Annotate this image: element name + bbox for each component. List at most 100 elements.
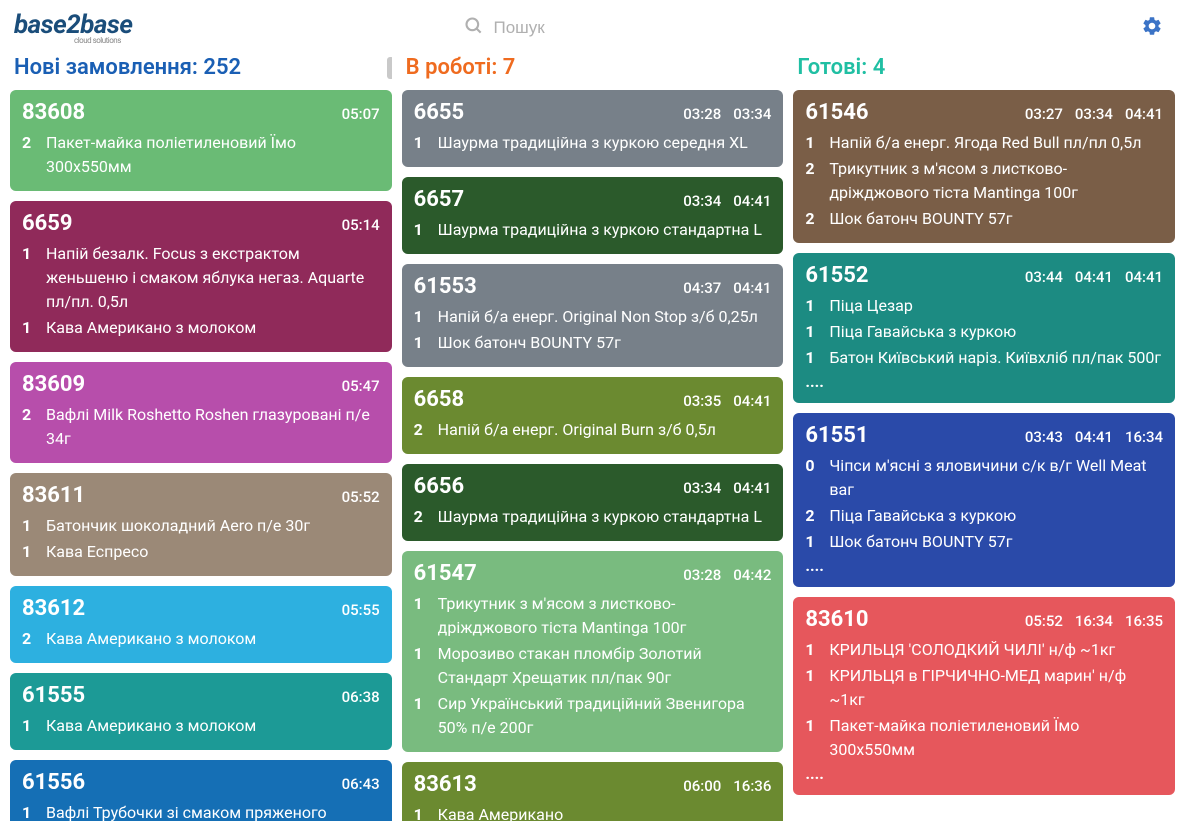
order-card[interactable]: 8361005:5216:3416:351КРИЛЬЦЯ 'СОЛОДКИЙ Ч… xyxy=(793,597,1175,795)
search-icon xyxy=(464,16,484,40)
scroll-handle[interactable] xyxy=(387,57,392,79)
order-line: 1Шаурма традиційна з куркою стандартна L xyxy=(414,218,772,242)
order-card[interactable]: 665503:2803:341Шаурма традиційна з курко… xyxy=(402,90,784,167)
order-line: 1 Кава Американо з молоком xyxy=(22,316,380,340)
card-header: 61552 03:4404:4104:41 xyxy=(805,263,1163,288)
line-qty: 1 xyxy=(414,131,428,155)
order-card[interactable]: 8361205:55 2Кава Американо з молоком xyxy=(10,586,392,663)
order-time: 03:34 xyxy=(733,105,771,123)
line-qty: 1 xyxy=(414,592,428,640)
order-card[interactable]: 6154603:2703:3404:411Напій б/а енерг. Яг… xyxy=(793,90,1175,243)
order-card[interactable]: 8361306:0016:361Кава Американо xyxy=(402,762,784,821)
order-line: 1 Піца Цезар xyxy=(805,294,1163,318)
order-card[interactable]: 665905:141Напій безалк. Focus з екстракт… xyxy=(10,201,392,352)
line-qty: 1 xyxy=(805,346,819,370)
line-desc: Шок батонч BOUNTY 57г xyxy=(829,530,1163,554)
order-time: 05:55 xyxy=(342,601,380,619)
line-qty: 1 xyxy=(805,664,819,712)
order-id: 6657 xyxy=(414,187,465,212)
line-desc: Чіпси м'ясні з яловичини с/к в/г Well Me… xyxy=(829,454,1163,502)
line-desc: Вафлі Milk Roshetto Roshen глазуровані п… xyxy=(46,403,380,451)
line-desc: КРИЛЬЦЯ 'СОЛОДКИЙ ЧИЛІ' н/ф ~1кг xyxy=(829,638,1163,662)
order-time: 06:38 xyxy=(342,688,380,706)
more-indicator: .... xyxy=(805,556,1163,575)
line-qty: 1 xyxy=(22,316,36,340)
order-card[interactable]: 6155606:431Вафлі Трубочки зі смаком пряж… xyxy=(10,760,392,821)
card-header: 8361105:52 xyxy=(22,483,380,508)
order-card[interactable]: 6155203:4404:4104:411Піца Цезар1Піца Гав… xyxy=(793,253,1175,403)
order-id: 61555 xyxy=(22,683,85,708)
order-line: 2Кава Американо з молоком xyxy=(22,627,380,651)
order-line: 2Трикутник з м'ясом з листково-дріжджово… xyxy=(805,157,1163,205)
card-header: 8361306:0016:36 xyxy=(414,772,772,797)
order-line: 2Шаурма традиційна з куркою стандартна L xyxy=(414,505,772,529)
order-time: 03:34 xyxy=(1075,105,1113,123)
order-time: 16:36 xyxy=(733,777,771,795)
line-qty: 1 xyxy=(805,714,819,762)
order-time: 03:34 xyxy=(683,479,721,497)
order-times: 05:14 xyxy=(342,216,380,234)
line-qty: 1 xyxy=(805,320,819,344)
app-root: base2base cloud solutions Нові замовленн… xyxy=(0,0,1185,825)
order-card[interactable]: 6155103:4304:4116:340Чіпси м'ясні з ялов… xyxy=(793,413,1175,587)
order-line: 1Кава Американо xyxy=(414,803,772,821)
line-desc: Шаурма традиційна з куркою стандартна L xyxy=(438,218,772,242)
order-time: 06:00 xyxy=(683,777,721,795)
line-desc: Шок батонч BOUNTY 57г xyxy=(438,331,772,355)
logo-subtext: cloud solutions xyxy=(74,36,194,45)
line-desc: Трикутник з м'ясом з листково-дріжджовог… xyxy=(829,157,1163,205)
order-times: 03:2703:3404:41 xyxy=(1025,105,1163,123)
order-line: 0Чіпси м'ясні з яловичини с/к в/г Well M… xyxy=(805,454,1163,502)
line-qty: 1 xyxy=(805,131,819,155)
order-time: 16:34 xyxy=(1075,612,1113,630)
line-qty: 1 xyxy=(414,331,428,355)
order-card[interactable]: 6155304:3704:411Напій б/а енерг. Origina… xyxy=(402,264,784,367)
order-time: 03:44 xyxy=(1025,268,1063,286)
order-line: 1Напій б/а енерг. Ягода Red Bull пл/пл 0… xyxy=(805,131,1163,155)
order-times: 04:37 04:41 xyxy=(683,279,771,297)
order-card[interactable]: 61547 03:2804:42 1Трикутник з м'ясом з лис… xyxy=(402,551,784,752)
order-line: 1Батончик шоколадний Aero п/е 30г xyxy=(22,514,380,538)
order-card[interactable]: 665803:3504:412Напій б/а енерг. Original… xyxy=(402,377,784,454)
order-time: 04:37 xyxy=(683,279,721,297)
order-times: 03:2804:42 xyxy=(683,566,771,584)
order-line: 1Сир Український традиційний Звенигора 5… xyxy=(414,692,772,740)
line-qty: 1 xyxy=(805,294,819,318)
column-inwork: В роботі: 7665503:2803:341Шаурма традиці… xyxy=(402,49,784,821)
order-time: 04:41 xyxy=(733,279,771,297)
order-card[interactable]: 8360905:472Вафлі Milk Roshetto Roshen гл… xyxy=(10,362,392,463)
gear-icon[interactable] xyxy=(1133,11,1171,45)
line-desc: Напій б/а енерг. Original Burn з/б 0,5л xyxy=(438,418,772,442)
order-card[interactable]: 61555 06:38 1Кава Американо з молоком xyxy=(10,673,392,750)
line-desc: Кава Американо xyxy=(438,803,772,821)
order-line: 1Морозиво стакан пломбір Золотий Стандар… xyxy=(414,642,772,690)
line-desc: Кава Американо з молоком xyxy=(46,627,380,651)
order-line: 1Трикутник з м'ясом з листково-дріжджово… xyxy=(414,592,772,640)
order-line: 1Кава Американо з молоком xyxy=(22,714,380,738)
order-times: 05:52 xyxy=(342,488,380,506)
order-times: 03:4404:4104:41 xyxy=(1025,268,1163,286)
more-indicator: .... xyxy=(805,372,1163,391)
line-desc: Вафлі Трубочки зі смаком пряженого молок… xyxy=(46,801,380,821)
cards-list: 8360805:072Пакет-майка поліетиленовий Їм… xyxy=(10,90,392,821)
line-desc: Піца Цезар xyxy=(829,294,1163,318)
line-desc: Трикутник з м'ясом з листково-дріжджовог… xyxy=(438,592,772,640)
order-line: 2Вафлі Milk Roshetto Roshen глазуровані … xyxy=(22,403,380,451)
order-times: 03:3404:41 xyxy=(683,192,771,210)
order-line: 1КРИЛЬЦЯ 'СОЛОДКИЙ ЧИЛІ' н/ф ~1кг xyxy=(805,638,1163,662)
order-card[interactable]: 8361105:52 1Батончик шоколадний Aero п/е … xyxy=(10,473,392,576)
order-line: 1Напій б/а енерг. Original Non Stop з/б … xyxy=(414,305,772,329)
order-times: 03:4304:4116:34 xyxy=(1025,428,1163,446)
card-header: 8361205:55 xyxy=(22,596,380,621)
order-line: 1Шок батонч BOUNTY 57г xyxy=(805,530,1163,554)
order-time: 05:52 xyxy=(1025,612,1063,630)
order-line: 1Пакет-майка поліетиленовий Їмо 300х550м… xyxy=(805,714,1163,762)
line-desc: Кава Американо з молоком xyxy=(46,316,380,340)
order-card[interactable]: 8360805:072Пакет-майка поліетиленовий Їм… xyxy=(10,90,392,191)
order-id: 61547 xyxy=(414,561,477,586)
order-id: 61552 xyxy=(805,263,868,288)
card-header: 61547 03:2804:42 xyxy=(414,561,772,586)
order-card[interactable]: 665603:3404:412Шаурма традиційна з курко… xyxy=(402,464,784,541)
search-input[interactable] xyxy=(494,18,864,38)
order-card[interactable]: 6657 03:3404:41 1Шаурма традиційна з курко… xyxy=(402,177,784,254)
